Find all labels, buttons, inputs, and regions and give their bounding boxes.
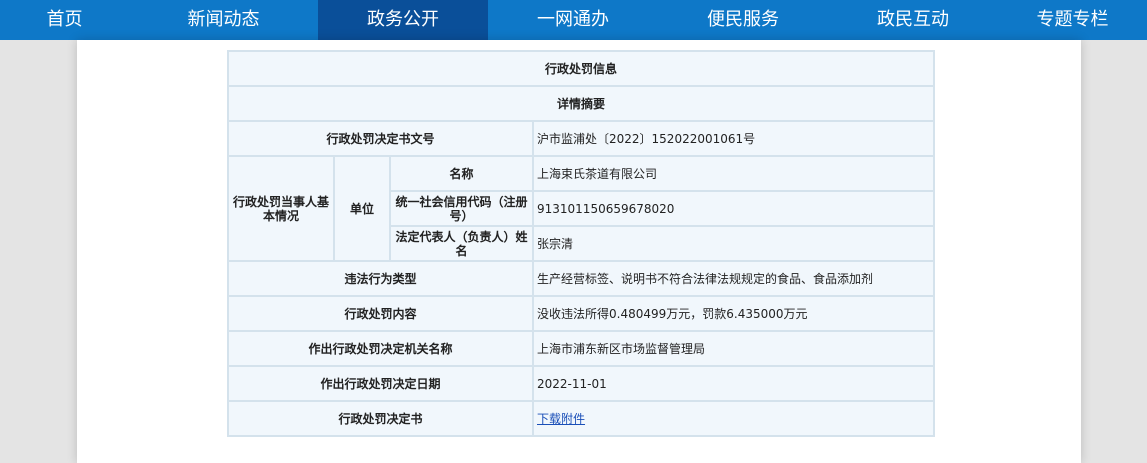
decision-doc-cell: 下载附件 (531, 400, 936, 437)
authority-label: 作出行政处罚决定机关名称 (227, 330, 534, 367)
credit-code-value: 913101150659678020 (531, 190, 936, 227)
table-row: 违法行为类型 生产经营标签、说明书不符合法律法规规定的食品、食品添加剂 (227, 260, 936, 297)
decision-date-value: 2022-11-01 (531, 365, 936, 402)
table-row: 行政处罚信息 (226, 50, 936, 87)
legal-rep-value: 张宗清 (531, 225, 936, 262)
party-group-label: 行政处罚当事人基本情况 (227, 155, 335, 262)
nav-one-stop[interactable]: 一网通办 (488, 0, 658, 40)
nav-news[interactable]: 新闻动态 (129, 0, 318, 40)
violation-type-label: 违法行为类型 (227, 260, 534, 297)
top-nav: 首页 新闻动态 政务公开 一网通办 便民服务 政民互动 专题专栏 (0, 0, 1147, 40)
table-row: 行政处罚当事人基本情况 单位 名称 上海束氏茶道有限公司 (227, 155, 936, 262)
summary-header: 详情摘要 (226, 85, 936, 122)
nav-services[interactable]: 便民服务 (658, 0, 828, 40)
table-row: 行政处罚决定书 下载附件 (227, 400, 936, 437)
doc-no-label: 行政处罚决定书文号 (227, 120, 534, 157)
nav-interaction[interactable]: 政民互动 (828, 0, 998, 40)
nav-home[interactable]: 首页 (0, 0, 129, 40)
table-row: 行政处罚内容 没收违法所得0.480499万元，罚款6.435000万元 (227, 295, 936, 332)
download-attachment-link[interactable]: 下载附件 (537, 412, 585, 426)
legal-rep-label: 法定代表人（负责人）姓名 (389, 225, 534, 262)
nav-gov-affairs[interactable]: 政务公开 (318, 0, 488, 40)
decision-doc-label: 行政处罚决定书 (227, 400, 534, 437)
table-row: 详情摘要 (226, 85, 936, 122)
credit-code-label: 统一社会信用代码（注册号） (389, 190, 534, 227)
doc-no-value: 沪市监浦处〔2022〕152022001061号 (531, 120, 936, 157)
party-name-value: 上海束氏茶道有限公司 (531, 155, 936, 192)
table-row: 行政处罚决定书文号 沪市监浦处〔2022〕152022001061号 (227, 120, 936, 157)
party-name-label: 名称 (389, 155, 534, 192)
table-title: 行政处罚信息 (226, 50, 936, 87)
table-row: 作出行政处罚决定日期 2022-11-01 (227, 365, 936, 402)
penalty-content-label: 行政处罚内容 (227, 295, 534, 332)
violation-type-value: 生产经营标签、说明书不符合法律法规规定的食品、食品添加剂 (531, 260, 936, 297)
party-unit-label: 单位 (333, 155, 391, 262)
nav-topics[interactable]: 专题专栏 (998, 0, 1147, 40)
decision-date-label: 作出行政处罚决定日期 (227, 365, 534, 402)
authority-value: 上海市浦东新区市场监督管理局 (531, 330, 936, 367)
table-row: 作出行政处罚决定机关名称 上海市浦东新区市场监督管理局 (227, 330, 936, 367)
penalty-detail-table: 行政处罚信息 详情摘要 行政处罚决定书文号 沪市监浦处〔2022〕1520220… (226, 50, 936, 437)
main-content: 行政处罚信息 详情摘要 行政处罚决定书文号 沪市监浦处〔2022〕1520220… (77, 40, 1081, 463)
penalty-content-value: 没收违法所得0.480499万元，罚款6.435000万元 (531, 295, 936, 332)
